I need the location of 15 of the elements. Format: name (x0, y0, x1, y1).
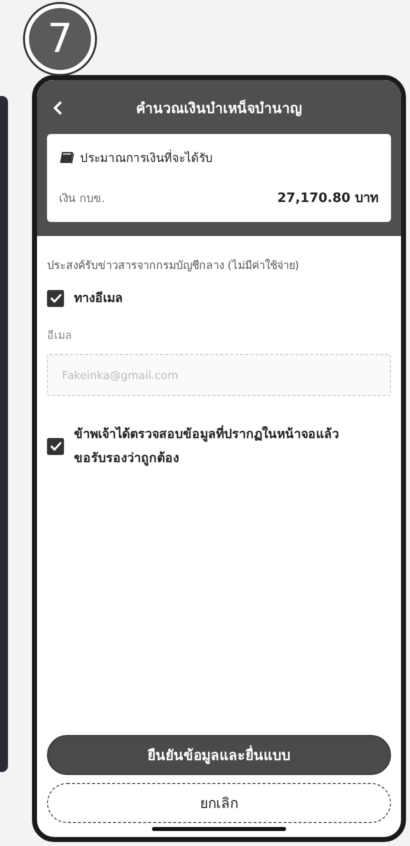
checkbox[interactable] (47, 290, 64, 306)
amount-value: 27,170.80 บาท (277, 190, 379, 208)
book-icon (59, 150, 75, 164)
screen-title: คำนวณเงินบำเหน็จบำนาญ (136, 98, 302, 119)
step-badge: 7 (25, 4, 95, 74)
card-title: ประมาณการเงินที่จะได้รับ (80, 148, 213, 167)
field-label: อีเมล (47, 328, 73, 344)
cancel-button[interactable]: ยกเลิก (47, 783, 391, 823)
news-prompt: ประสงค์รับข่าวสารจากกรมบัญชีกลาง (ไม่มีค่าใช้จ่าย) (47, 258, 300, 274)
back-icon[interactable] (53, 101, 63, 115)
checkbox[interactable] (47, 438, 64, 454)
checkbox-label: ทางอีเมล (74, 289, 123, 307)
amount-label: เงิน กบข. (59, 190, 105, 206)
submit-button[interactable]: ยืนยันข้อมูลและยื่นแบบ (47, 735, 391, 775)
checkbox-label: ข้าพเจ้าได้ตรวจสอบข้อมูลที่ปรากฏในหน้าจอแล้ว ขอรับรองว่าถูกต้อง (74, 424, 340, 468)
